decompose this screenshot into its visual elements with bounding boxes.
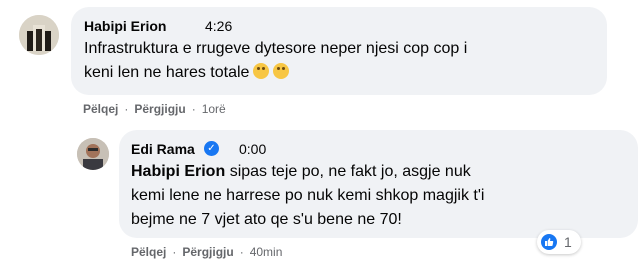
like-icon [541,234,557,250]
reply-author[interactable]: Edi Rama [131,141,195,157]
comment-text: Infrastruktura e rrugeve dytesore neper … [84,40,468,81]
comment-time[interactable]: 4:26 [205,18,232,34]
reply-bubble: Edi Rama ✓ 0:00 Habipi Erion sipas teje … [119,130,638,238]
like-button[interactable]: Pëlqej [131,245,166,259]
reply-button[interactable]: Përgjigju [182,245,233,259]
verified-badge-icon: ✓ [204,141,219,156]
profile-photo-icon [19,15,59,55]
reply-text: Habipi Erion sipas teje po, ne fakt jo, … [131,163,485,228]
upside-down-face-icon [253,63,270,79]
reaction-badge[interactable]: 1 [537,230,581,254]
comment-bubble: Habipi Erion 4:26 Infrastruktura e rruge… [71,7,607,95]
reply-actions: Pëlqej · Përgjigju · 40min [131,245,283,259]
comment-age[interactable]: 40min [250,245,283,259]
thumbs-up-icon [545,238,554,246]
mention-link[interactable]: Habipi Erion [131,163,225,180]
reaction-count: 1 [564,234,572,250]
comment-age[interactable]: 1orë [202,102,226,116]
reply-button[interactable]: Përgjigju [134,102,185,116]
avatar[interactable] [77,138,109,170]
profile-photo-icon [77,138,109,170]
upside-down-face-icon [273,63,290,79]
reply-time[interactable]: 0:00 [239,141,266,157]
avatar[interactable] [19,15,59,55]
comment-author[interactable]: Habipi Erion [84,18,166,34]
like-button[interactable]: Pëlqej [83,102,118,116]
comment-actions: Pëlqej · Përgjigju · 1orë [83,102,226,116]
